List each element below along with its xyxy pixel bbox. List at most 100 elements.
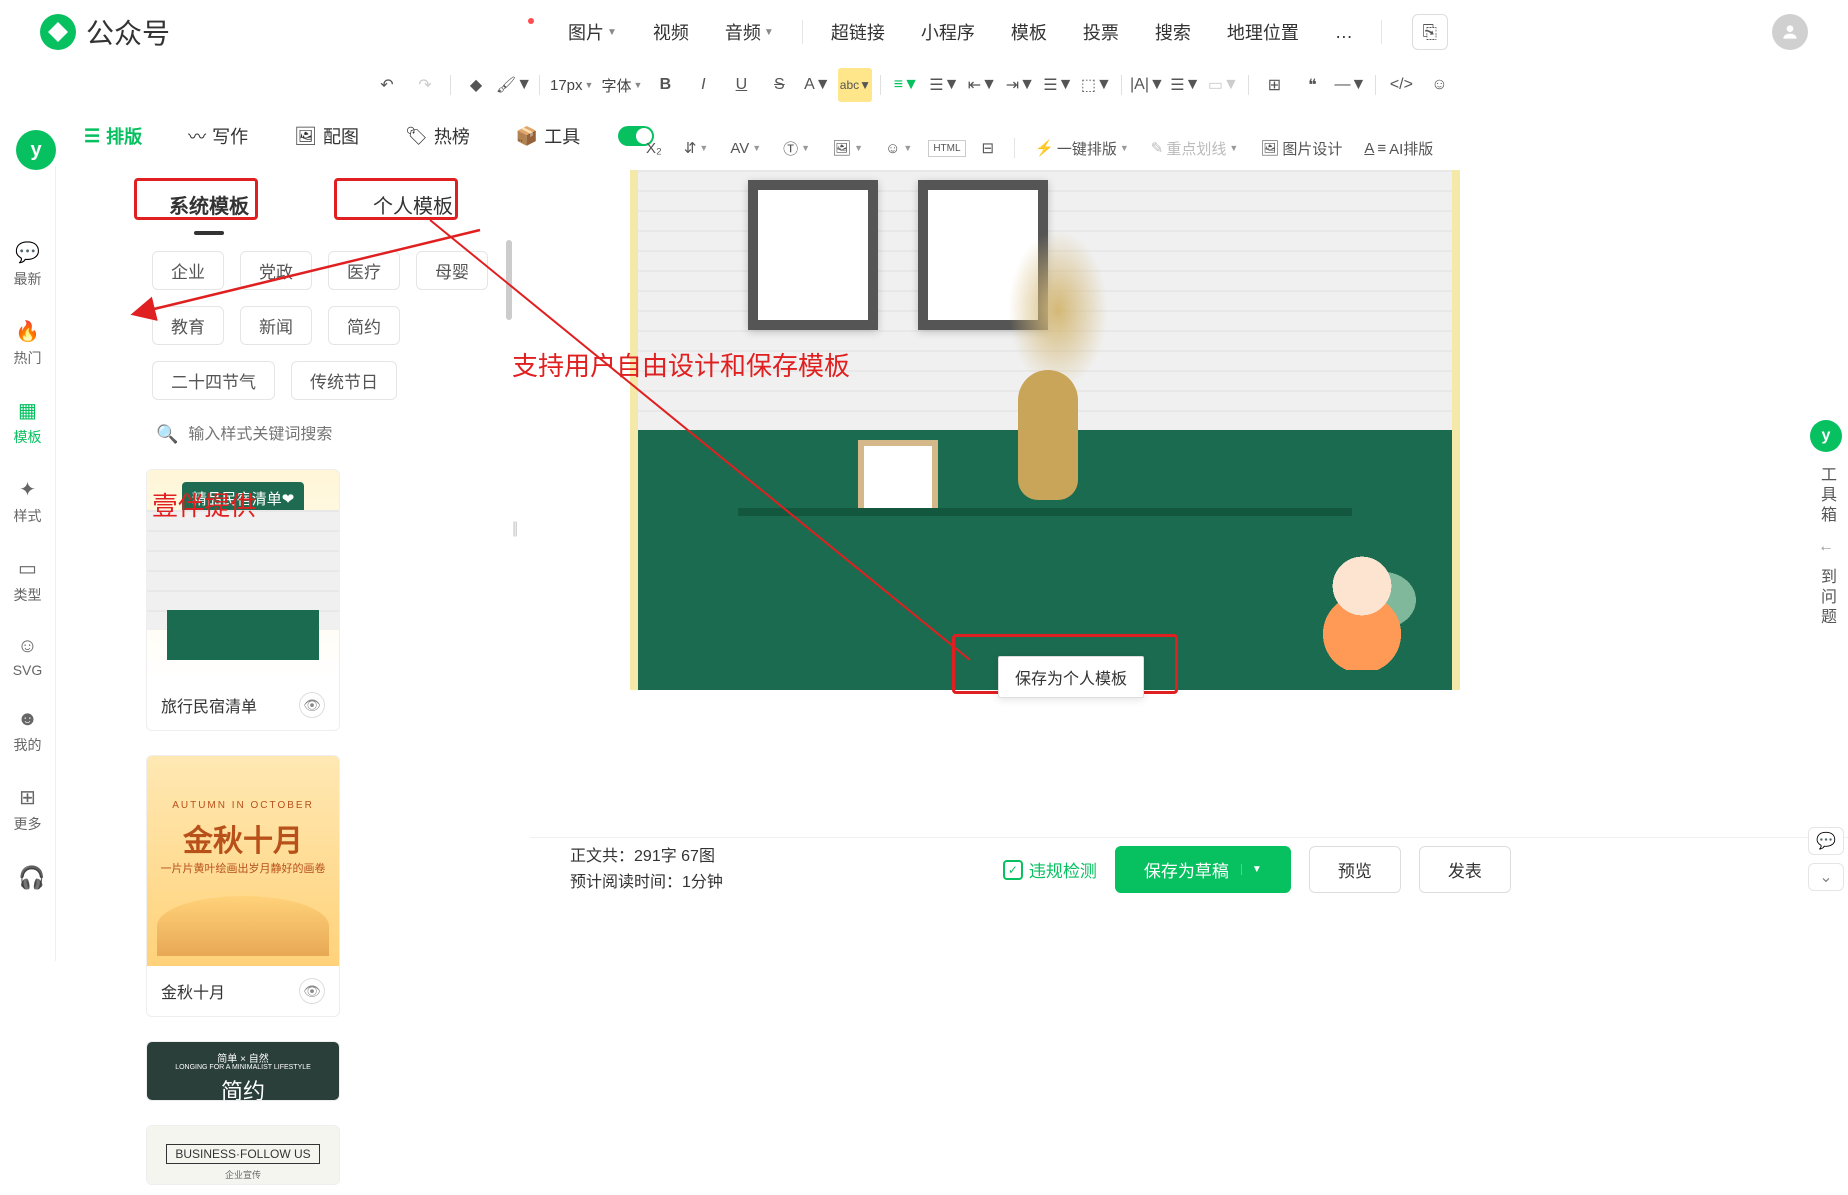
insert-image-icon[interactable]: 🖼▼ (826, 135, 869, 161)
template-panel: 系统模板 个人模板 企业 党政 医疗 母婴 教育 新闻 简约 二十四节气 传统节… (56, 166, 566, 961)
cat-chip[interactable]: 二十四节气 (152, 361, 275, 400)
support-icon[interactable]: 🎧 (18, 865, 45, 891)
font-color-icon[interactable]: A▼ (800, 68, 834, 102)
cat-chip[interactable]: 简约 (328, 306, 400, 345)
preview-icon[interactable]: 👁 (299, 692, 325, 718)
eraser-icon[interactable]: ◆ (459, 68, 493, 102)
font-size[interactable]: 17px▼ (548, 77, 595, 94)
right-rail: y 工具箱 ← 到问题 (1804, 170, 1848, 628)
logo: 公众号 (40, 12, 170, 52)
rail-svg[interactable]: ☺SVG (0, 631, 55, 682)
menu-image[interactable]: 图片▼ (550, 11, 635, 53)
save-draft-button[interactable]: 保存为草稿▼ (1115, 846, 1291, 893)
export-icon[interactable]: ⎘ (1412, 14, 1448, 50)
cat-chip[interactable]: 企业 (152, 251, 224, 290)
rail-style[interactable]: ✦样式 (0, 473, 55, 530)
quote-icon[interactable]: ❝ (1295, 68, 1329, 102)
template-card[interactable]: 简单 × 自然LONGING FOR A MINIMALIST LIFESTYL… (146, 1041, 340, 1101)
plugin-badge[interactable]: y (1810, 420, 1842, 452)
scrollbar-thumb[interactable] (506, 240, 512, 320)
align-justify-icon[interactable]: ☰▼ (927, 68, 961, 102)
image-design-button[interactable]: 🖼图片设计 (1254, 134, 1348, 163)
preview-icon[interactable]: 👁 (299, 978, 325, 1004)
brush-icon[interactable]: 🖌▼ (497, 68, 531, 102)
emoji-icon[interactable]: ☺ (1422, 68, 1456, 102)
template-card[interactable]: BUSINESS·FOLLOW US企业宣传 (146, 1125, 340, 1185)
redo-icon[interactable]: ↷ (408, 68, 442, 102)
text-height-icon[interactable]: ⇵▼ (678, 135, 715, 161)
card-icon[interactable]: ⊟ (976, 135, 1001, 161)
cat-chip[interactable]: 新闻 (240, 306, 312, 345)
highlight-icon[interactable]: abc▼ (838, 68, 872, 102)
html-icon[interactable]: HTML (928, 140, 965, 157)
font-family[interactable]: 字体▼ (599, 75, 644, 96)
app-name: 公众号 (86, 12, 170, 52)
menu-video[interactable]: 视频 (635, 11, 707, 53)
template-card[interactable]: AUTUMN IN OCTOBER 金秋十月 一片片黄叶绘画出岁月静好的画卷 金… (146, 755, 340, 1017)
underline-icon[interactable]: U (724, 68, 758, 102)
letter-spacing-icon[interactable]: |A|▼ (1130, 68, 1164, 102)
italic-icon[interactable]: I (686, 68, 720, 102)
indent-right-icon[interactable]: ⇥▼ (1003, 68, 1037, 102)
publish-button[interactable]: 发表 (1419, 846, 1511, 893)
ai-layout-button[interactable]: A≡AI排版 (1358, 134, 1439, 163)
strike-icon[interactable]: S (762, 68, 796, 102)
table-icon[interactable]: ⊞ (1257, 68, 1291, 102)
editor-canvas[interactable] (630, 170, 1460, 690)
emoji2-icon[interactable]: ☺▼ (879, 136, 918, 161)
clear-format-icon[interactable]: Ⓣ▼ (777, 134, 816, 163)
rail-type[interactable]: ▭类型 (0, 552, 55, 609)
shade-icon[interactable]: ▭▼ (1206, 68, 1240, 102)
subscript-icon[interactable]: X₂ (640, 136, 668, 161)
menu-location[interactable]: 地理位置 (1209, 11, 1317, 53)
rail-template[interactable]: ▦模板 (0, 394, 55, 451)
cat-chip[interactable]: 党政 (240, 251, 312, 290)
violation-check-button[interactable]: ✓违规检测 (1003, 857, 1097, 882)
left-rail: 💬最新 🔥热门 ▦模板 ✦样式 ▭类型 ☺SVG ☻我的 ⊞更多 (0, 166, 56, 961)
plugin-badge[interactable]: y (16, 130, 56, 170)
menu-audio[interactable]: 音频▼ (707, 11, 792, 53)
cat-chip[interactable]: 医疗 (328, 251, 400, 290)
menu-more[interactable]: … (1317, 14, 1371, 51)
line-height-icon[interactable]: ☰▼ (1041, 68, 1075, 102)
preview-button[interactable]: 预览 (1309, 846, 1401, 893)
hr-icon[interactable]: —▼ (1333, 68, 1367, 102)
rail-latest[interactable]: 💬最新 (0, 236, 55, 293)
arrow-left-icon[interactable]: ← (1818, 538, 1834, 556)
auto-layout-button[interactable]: ⚡一键排版▼ (1029, 134, 1135, 163)
avatar[interactable] (1772, 14, 1808, 50)
rail-more[interactable]: ⊞更多 (0, 781, 55, 838)
annotation-support: 支持用户自由设计和保存模板 (512, 346, 850, 383)
spacing-icon[interactable]: ⬚▼ (1079, 68, 1113, 102)
chevron-down-icon[interactable]: ▼ (1241, 864, 1262, 875)
cat-chip[interactable]: 母婴 (416, 251, 488, 290)
indent-left-icon[interactable]: ⇤▼ (965, 68, 999, 102)
save-template-tooltip[interactable]: 保存为个人模板 (998, 656, 1144, 698)
menu-link[interactable]: 超链接 (813, 11, 903, 53)
menu-vote[interactable]: 投票 (1065, 11, 1137, 53)
bold-icon[interactable]: B (648, 68, 682, 102)
menu-miniprogram[interactable]: 小程序 (903, 11, 993, 53)
cat-chip[interactable]: 传统节日 (291, 361, 397, 400)
rail-mine[interactable]: ☻我的 (0, 704, 55, 759)
collapse-icon[interactable]: ⌄ (1808, 863, 1844, 891)
template-grid: 精品民宿清单❤ 旅行民宿清单👁 AUTUMN IN OCTOBER 金秋十月 一… (56, 459, 566, 1195)
annotation-box (134, 178, 258, 220)
kerning-icon[interactable]: AV▼ (724, 136, 767, 161)
menu-template[interactable]: 模板 (993, 11, 1065, 53)
chat-icon[interactable]: 💬 (1808, 827, 1844, 855)
search-input[interactable] (188, 426, 536, 444)
undo-icon[interactable]: ↶ (370, 68, 404, 102)
cat-chip[interactable]: 教育 (152, 306, 224, 345)
code-icon[interactable]: </> (1384, 68, 1418, 102)
highlight-button[interactable]: ✎重点划线▼ (1145, 134, 1245, 163)
rail-hot[interactable]: 🔥热门 (0, 315, 55, 372)
list-icon[interactable]: ☰▼ (1168, 68, 1202, 102)
bottom-bar: 正文共：291字 67图 预计阅读时间：1分钟 ✓违规检测 保存为草稿▼ 预览 … (530, 837, 1848, 901)
menu-search[interactable]: 搜索 (1137, 11, 1209, 53)
faq-button[interactable]: 到问题 (1814, 568, 1838, 628)
align-left-icon[interactable]: ≡▼ (889, 68, 923, 102)
toolbox-button[interactable]: 工具箱 (1814, 466, 1838, 526)
drag-handle[interactable]: || (512, 520, 516, 538)
template-tabs: 系统模板 个人模板 (56, 166, 566, 231)
